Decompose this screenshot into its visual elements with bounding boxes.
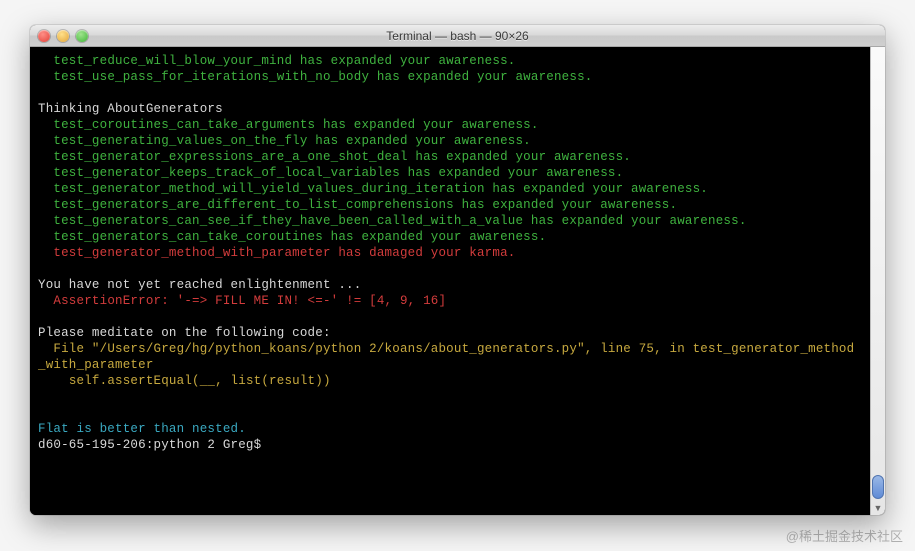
terminal-output[interactable]: test_reduce_will_blow_your_mind has expa… xyxy=(30,47,870,515)
terminal-line xyxy=(38,389,862,405)
terminal-line: test_coroutines_can_take_arguments has e… xyxy=(38,117,862,133)
terminal-line: self.assertEqual(__, list(result)) xyxy=(38,373,862,389)
terminal-line: test_generator_method_will_yield_values_… xyxy=(38,181,862,197)
terminal-line: test_generating_values_on_the_fly has ex… xyxy=(38,133,862,149)
scrollbar[interactable]: ▼ xyxy=(870,47,885,515)
terminal-line xyxy=(38,405,862,421)
terminal-line: Thinking AboutGenerators xyxy=(38,101,862,117)
close-icon[interactable] xyxy=(38,30,50,42)
terminal-line: Flat is better than nested. xyxy=(38,421,862,437)
scroll-down-icon[interactable]: ▼ xyxy=(871,500,885,515)
terminal-line: test_reduce_will_blow_your_mind has expa… xyxy=(38,53,862,69)
terminal-line xyxy=(38,261,862,277)
terminal-line: test_generator_method_with_parameter has… xyxy=(38,245,862,261)
window-title: Terminal — bash — 90×26 xyxy=(30,29,885,43)
terminal-line xyxy=(38,309,862,325)
watermark: @稀土掘金技术社区 xyxy=(786,526,903,545)
terminal-line: test_generators_can_see_if_they_have_bee… xyxy=(38,213,862,229)
terminal-line: test_generators_are_different_to_list_co… xyxy=(38,197,862,213)
zoom-icon[interactable] xyxy=(76,30,88,42)
traffic-lights xyxy=(38,30,88,42)
terminal-line: test_generator_expressions_are_a_one_sho… xyxy=(38,149,862,165)
terminal-line: File "/Users/Greg/hg/python_koans/python… xyxy=(38,341,862,373)
terminal-line: test_generators_can_take_coroutines has … xyxy=(38,229,862,245)
minimize-icon[interactable] xyxy=(57,30,69,42)
terminal-line: d60-65-195-206:python 2 Greg$ xyxy=(38,437,862,453)
terminal-body: test_reduce_will_blow_your_mind has expa… xyxy=(30,47,885,515)
terminal-line: test_generator_keeps_track_of_local_vari… xyxy=(38,165,862,181)
terminal-line: Please meditate on the following code: xyxy=(38,325,862,341)
terminal-line: AssertionError: '-=> FILL ME IN! <=-' !=… xyxy=(38,293,862,309)
terminal-line xyxy=(38,85,862,101)
scrollbar-thumb[interactable] xyxy=(872,475,884,499)
titlebar[interactable]: Terminal — bash — 90×26 xyxy=(30,25,885,47)
terminal-window: Terminal — bash — 90×26 test_reduce_will… xyxy=(30,25,885,515)
terminal-line: test_use_pass_for_iterations_with_no_bod… xyxy=(38,69,862,85)
terminal-line: You have not yet reached enlightenment .… xyxy=(38,277,862,293)
